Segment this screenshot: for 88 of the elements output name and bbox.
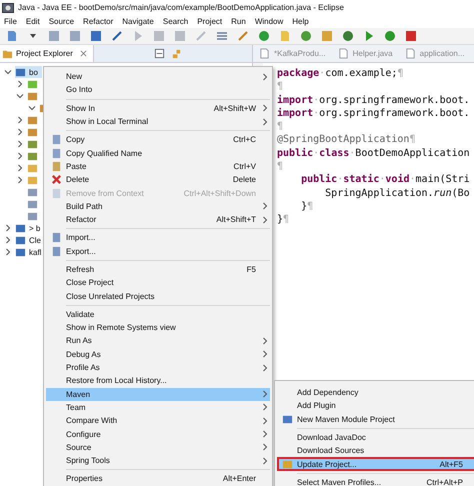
context-menu-item[interactable]: Validate: [46, 308, 270, 322]
context-menu-item[interactable]: Copy Qualified Name: [46, 146, 270, 160]
context-menu-item[interactable]: Maven: [46, 388, 270, 401]
resume-icon[interactable]: [132, 30, 144, 42]
tree-item[interactable]: Cle: [15, 234, 46, 246]
code-line: public·static·void·main(Stri: [300, 173, 471, 187]
context-menu-item[interactable]: Configure: [46, 427, 270, 441]
context-menu-item[interactable]: Build Path: [46, 200, 270, 213]
tree-item[interactable]: bo: [15, 66, 42, 78]
context-menu-item[interactable]: Close Unrelated Projects: [46, 289, 270, 303]
context-menu-item[interactable]: Show in Remote Systems view: [46, 321, 270, 334]
context-menu-item[interactable]: Copy Ctrl+C: [46, 133, 270, 146]
context-menu-item[interactable]: Compare With: [46, 414, 270, 428]
menu-item[interactable]: Navigate: [122, 17, 154, 26]
chevron-icon[interactable]: [16, 128, 24, 136]
chevron-icon[interactable]: [16, 164, 24, 172]
code-line: SpringApplication.run(Bo: [324, 186, 471, 200]
code-line: }¶: [277, 213, 290, 227]
chevron-icon[interactable]: [16, 80, 24, 88]
tab-label: Project Explorer: [16, 49, 73, 58]
menu-item[interactable]: Help: [292, 17, 309, 26]
chevron-icon[interactable]: [4, 236, 12, 244]
tree-item[interactable]: > b: [15, 222, 44, 234]
menu-item[interactable]: Search: [162, 17, 188, 26]
lines-icon[interactable]: [216, 30, 228, 42]
window-title: Java - Java EE - bootDemo/src/main/java/com/example/BootDemoApplication.java - Eclipse: [18, 3, 344, 12]
chevron-icon[interactable]: [16, 176, 24, 184]
new-wizard-icon[interactable]: [6, 30, 18, 42]
submenu-item[interactable]: Select Maven Profiles... Ctrl+Alt+P: [277, 476, 474, 486]
code-line: import·org.springframework.boot.: [277, 106, 471, 120]
code-line: package·com.example;¶: [277, 67, 404, 80]
tree-item[interactable]: kafl: [15, 246, 46, 258]
context-menu-item[interactable]: Team: [46, 400, 270, 414]
delete-icon: [50, 174, 62, 186]
code-line: ¶: [277, 120, 284, 134]
chevron-icon[interactable]: [16, 140, 24, 148]
chevron-icon[interactable]: [16, 92, 24, 100]
chevron-icon[interactable]: [28, 104, 36, 112]
code-line: public·class·BootDemoApplication: [277, 146, 471, 160]
context-menu-item[interactable]: New: [46, 70, 270, 84]
collapse-all-icon[interactable]: [154, 48, 165, 59]
context-menu-item[interactable]: Source: [46, 440, 270, 454]
code-line: }¶: [300, 200, 314, 214]
stop-icon[interactable]: [405, 30, 417, 42]
submenu-item[interactable]: Download Sources: [277, 444, 474, 458]
context-menu-item[interactable]: Restore from Local History...: [46, 374, 270, 388]
project-explorer-tab[interactable]: Project Explorer: [0, 45, 94, 62]
menu-item[interactable]: Run: [231, 17, 246, 26]
context-menu-item[interactable]: Refresh F5: [46, 262, 270, 276]
menu-item[interactable]: Window: [254, 17, 284, 26]
menu-item[interactable]: Refactor: [83, 17, 114, 26]
context-menu-item[interactable]: Close Project: [46, 276, 270, 290]
context-menu-item[interactable]: Paste Ctrl+V: [46, 160, 270, 174]
submenu-item[interactable]: Download JavaDoc: [277, 430, 474, 444]
context-menu-item[interactable]: Spring Tools: [46, 454, 270, 468]
context-menu-item[interactable]: Import...: [46, 231, 270, 245]
chevron-icon[interactable]: [16, 116, 24, 124]
link-icon[interactable]: [171, 48, 182, 59]
context-menu-item[interactable]: Profile As: [46, 360, 270, 374]
submenu-item[interactable]: Update Project... Alt+F5: [277, 457, 474, 471]
code-line: import·org.springframework.boot.: [277, 94, 471, 107]
context-menu-item[interactable]: Show In Alt+Shift+W: [46, 102, 270, 115]
menu-item[interactable]: Edit: [26, 17, 40, 26]
context-menu-item[interactable]: Delete Delete: [46, 173, 270, 186]
menu-item[interactable]: Project: [197, 17, 222, 26]
code-line: ¶: [277, 80, 284, 94]
submenu-item[interactable]: Add Plugin: [277, 399, 474, 413]
context-menu-item[interactable]: Properties Alt+Enter: [46, 472, 270, 486]
circle-icon[interactable]: [258, 30, 270, 42]
chevron-icon[interactable]: [4, 224, 12, 232]
context-menu-item[interactable]: Go Into: [46, 83, 270, 97]
submenu-item[interactable]: Add Dependency: [277, 386, 474, 400]
code-line: @SpringBootApplication¶: [277, 133, 416, 147]
context-menu-item[interactable]: Export...: [46, 244, 270, 258]
context-menu-item[interactable]: Debug As: [46, 348, 270, 361]
close-icon[interactable]: [80, 50, 87, 57]
run-icon[interactable]: [363, 30, 375, 42]
submenu-item[interactable]: New Maven Module Project: [277, 412, 474, 426]
chevron-icon[interactable]: [16, 152, 24, 160]
context-menu-item[interactable]: Show in Local Terminal: [46, 114, 270, 128]
context-menu-item[interactable]: Refactor Alt+Shift+T: [46, 212, 270, 226]
context-menu-item[interactable]: Run As: [46, 334, 270, 348]
menu-item[interactable]: Source: [48, 17, 74, 26]
app-icon: [2, 2, 14, 14]
chevron-icon[interactable]: [4, 248, 12, 256]
menu-item[interactable]: File: [4, 17, 17, 26]
code-line: ¶: [277, 160, 284, 174]
chevron-icon[interactable]: [4, 68, 12, 76]
